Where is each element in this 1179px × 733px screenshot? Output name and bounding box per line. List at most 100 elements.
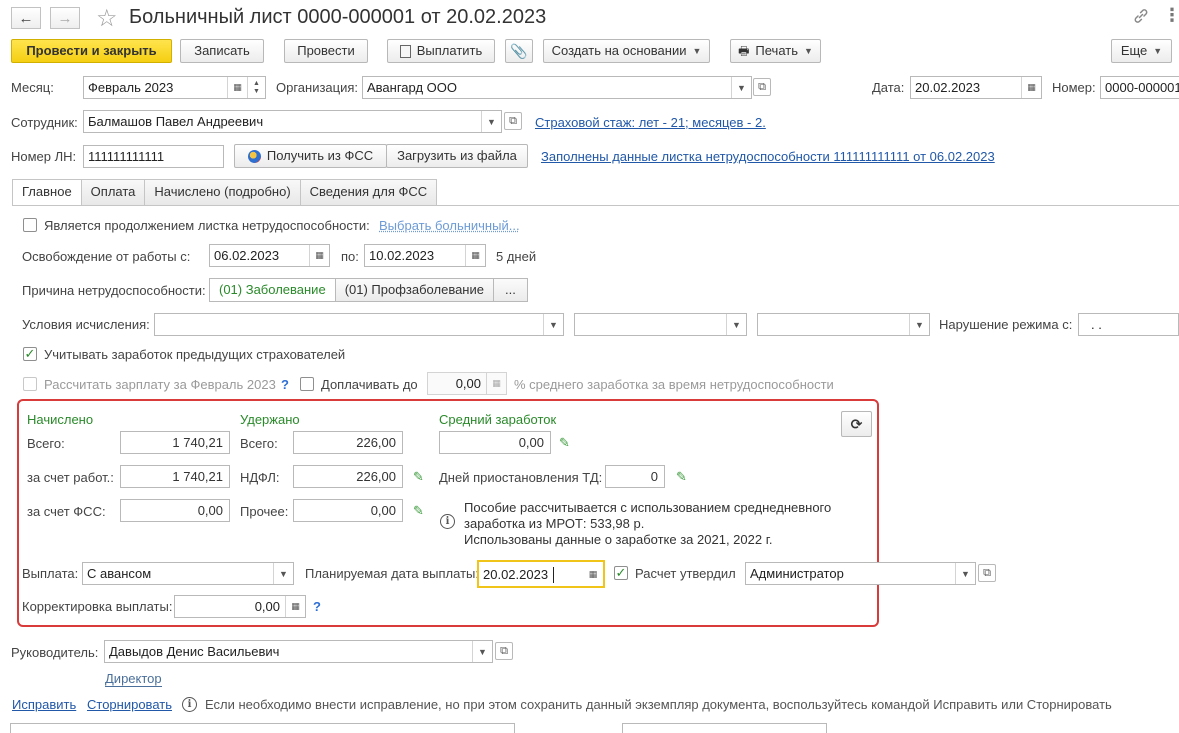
employer-part-field[interactable]: 1 740,21 bbox=[120, 465, 230, 488]
release-to-label: по: bbox=[341, 249, 359, 264]
get-from-fss-button[interactable]: Получить из ФСС bbox=[234, 144, 387, 168]
fss-part-label: за счет ФСС: bbox=[27, 504, 106, 519]
withheld-header: Удержано bbox=[240, 412, 300, 427]
open-organization-icon[interactable]: ⧉ bbox=[753, 78, 771, 96]
tab-fss-info[interactable]: Сведения для ФСС bbox=[299, 179, 438, 205]
planned-date-field[interactable]: 20.02.2023 ▦ bbox=[477, 560, 605, 588]
calendar-icon[interactable]: ▦ bbox=[309, 245, 329, 266]
favorite-star-icon[interactable]: ☆ bbox=[96, 4, 118, 33]
other-label: Прочее: bbox=[240, 504, 289, 519]
withheld-total-field[interactable]: 226,00 bbox=[293, 431, 403, 454]
calculator-icon: ▦ bbox=[486, 373, 506, 394]
month-field[interactable]: Февраль 2023 ▦ ▲ ▼ bbox=[83, 76, 266, 99]
create-based-button[interactable]: Создать на основании ▼ bbox=[543, 39, 710, 63]
edit-pencil-icon[interactable]: ✎ bbox=[676, 469, 687, 485]
load-from-file-button[interactable]: Загрузить из файла bbox=[386, 144, 528, 168]
consider-previous-checkbox[interactable]: ✓ bbox=[23, 346, 37, 361]
chevron-down-icon[interactable]: ▼ bbox=[909, 314, 929, 335]
chevron-down-icon: ▼ bbox=[804, 46, 813, 56]
head-label: Руководитель: bbox=[11, 645, 99, 660]
fix-link[interactable]: Исправить bbox=[12, 697, 76, 713]
conditions-field-3[interactable]: ▼ bbox=[757, 313, 930, 336]
chevron-down-icon[interactable]: ▼ bbox=[481, 111, 501, 132]
save-button[interactable]: Записать bbox=[180, 39, 264, 63]
link-icon[interactable] bbox=[1133, 8, 1149, 24]
calendar-icon[interactable]: ▦ bbox=[583, 564, 603, 585]
approved-checkbox[interactable]: ✓ bbox=[614, 565, 628, 580]
more-menu-icon[interactable]: ⋮ bbox=[1163, 5, 1179, 26]
print-button[interactable]: 🖶 Печать ▼ bbox=[730, 39, 821, 63]
calendar-icon[interactable]: ▦ bbox=[227, 77, 247, 98]
chevron-down-icon[interactable]: ▼ bbox=[731, 77, 751, 98]
chevron-down-icon[interactable]: ▼ bbox=[726, 314, 746, 335]
open-user-icon[interactable]: ⧉ bbox=[978, 564, 996, 582]
release-from-field[interactable]: 06.02.2023 ▦ bbox=[209, 244, 330, 267]
fss-part-field[interactable]: 0,00 bbox=[120, 499, 230, 522]
refresh-button[interactable]: ⟳ bbox=[841, 411, 872, 437]
spin-icon[interactable]: ▲ ▼ bbox=[247, 77, 265, 98]
chevron-down-icon[interactable]: ▼ bbox=[955, 563, 975, 584]
insurance-experience-link[interactable]: Страховой стаж: лет - 21; месяцев - 2. bbox=[535, 115, 766, 131]
help-icon[interactable]: ? bbox=[313, 599, 321, 614]
calendar-icon[interactable]: ▦ bbox=[465, 245, 485, 266]
number-field[interactable]: 0000-000001 bbox=[1100, 76, 1179, 99]
payment-type-field[interactable]: С авансом ▼ bbox=[82, 562, 294, 585]
suspension-days-field[interactable]: 0 bbox=[605, 465, 665, 488]
open-head-icon[interactable]: ⧉ bbox=[495, 642, 513, 660]
open-employee-icon[interactable]: ⧉ bbox=[504, 112, 522, 130]
conditions-field-2[interactable]: ▼ bbox=[574, 313, 747, 336]
calc-salary-checkbox bbox=[23, 377, 37, 391]
conditions-label: Условия исчисления: bbox=[22, 317, 150, 332]
head-field[interactable]: Давыдов Денис Васильевич ▼ bbox=[104, 640, 493, 663]
ln-number-label: Номер ЛН: bbox=[11, 149, 77, 164]
paperclip-icon: 📎 bbox=[510, 43, 528, 59]
help-icon[interactable]: ? bbox=[281, 377, 289, 392]
forward-button[interactable]: → bbox=[50, 7, 80, 29]
filled-data-link[interactable]: Заполнены данные листка нетрудоспособнос… bbox=[541, 149, 995, 165]
approved-by-field[interactable]: Администратор ▼ bbox=[745, 562, 976, 585]
back-arrow-icon: ← bbox=[18, 9, 34, 27]
post-button[interactable]: Провести bbox=[284, 39, 368, 63]
choose-sick-leave-link[interactable]: Выбрать больничный... bbox=[379, 218, 520, 234]
release-to-field[interactable]: 10.02.2023 ▦ bbox=[364, 244, 486, 267]
pay-button[interactable]: Выплатить bbox=[387, 39, 495, 63]
continuation-checkbox[interactable] bbox=[23, 218, 37, 232]
cause-label: Причина нетрудоспособности: bbox=[22, 283, 206, 298]
tab-accrued-detail[interactable]: Начислено (подробно) bbox=[144, 179, 301, 205]
employee-field[interactable]: Балмашов Павел Андреевич ▼ bbox=[83, 110, 502, 133]
tab-main[interactable]: Главное bbox=[12, 179, 82, 206]
ln-number-field[interactable]: 111111111111 bbox=[83, 145, 224, 168]
attach-button[interactable]: 📎 bbox=[505, 39, 533, 63]
calendar-icon[interactable]: ▦ bbox=[1021, 77, 1041, 98]
position-link[interactable]: Директор bbox=[105, 671, 162, 687]
average-earnings-field[interactable]: 0,00 bbox=[439, 431, 551, 454]
post-and-close-button[interactable]: Провести и закрыть bbox=[11, 39, 172, 63]
back-button[interactable]: ← bbox=[11, 7, 41, 29]
organization-field[interactable]: Авангард ООО ▼ bbox=[362, 76, 752, 99]
chevron-down-icon[interactable]: ▼ bbox=[273, 563, 293, 584]
calculator-icon[interactable]: ▦ bbox=[285, 596, 305, 617]
violation-label: Нарушение режима с: bbox=[939, 317, 1073, 332]
printer-icon: 🖶 bbox=[738, 44, 750, 58]
cause-prof-disease-option[interactable]: (01) Профзаболевание bbox=[334, 278, 494, 302]
cause-disease-option[interactable]: (01) Заболевание bbox=[209, 278, 336, 302]
chevron-down-icon[interactable]: ▼ bbox=[543, 314, 563, 335]
edit-pencil-icon[interactable]: ✎ bbox=[413, 503, 424, 519]
edit-pencil-icon[interactable]: ✎ bbox=[413, 469, 424, 485]
reverse-link[interactable]: Сторнировать bbox=[87, 697, 172, 713]
text-cursor bbox=[553, 567, 554, 583]
edit-pencil-icon[interactable]: ✎ bbox=[559, 435, 570, 451]
cause-more-button[interactable]: ... bbox=[492, 278, 528, 302]
tab-payment[interactable]: Оплата bbox=[80, 179, 146, 205]
ndfl-field[interactable]: 226,00 bbox=[293, 465, 403, 488]
chevron-down-icon[interactable]: ▼ bbox=[472, 641, 492, 662]
accrued-header: Начислено bbox=[27, 412, 94, 427]
date-field[interactable]: 20.02.2023 ▦ bbox=[910, 76, 1042, 99]
more-button[interactable]: Еще ▼ bbox=[1111, 39, 1172, 63]
violation-date-field[interactable]: . . bbox=[1078, 313, 1179, 336]
extra-pay-checkbox[interactable] bbox=[300, 377, 314, 391]
payment-correction-field[interactable]: 0,00 ▦ bbox=[174, 595, 306, 618]
other-field[interactable]: 0,00 bbox=[293, 499, 403, 522]
accrued-total-field[interactable]: 1 740,21 bbox=[120, 431, 230, 454]
conditions-field-1[interactable]: ▼ bbox=[154, 313, 564, 336]
